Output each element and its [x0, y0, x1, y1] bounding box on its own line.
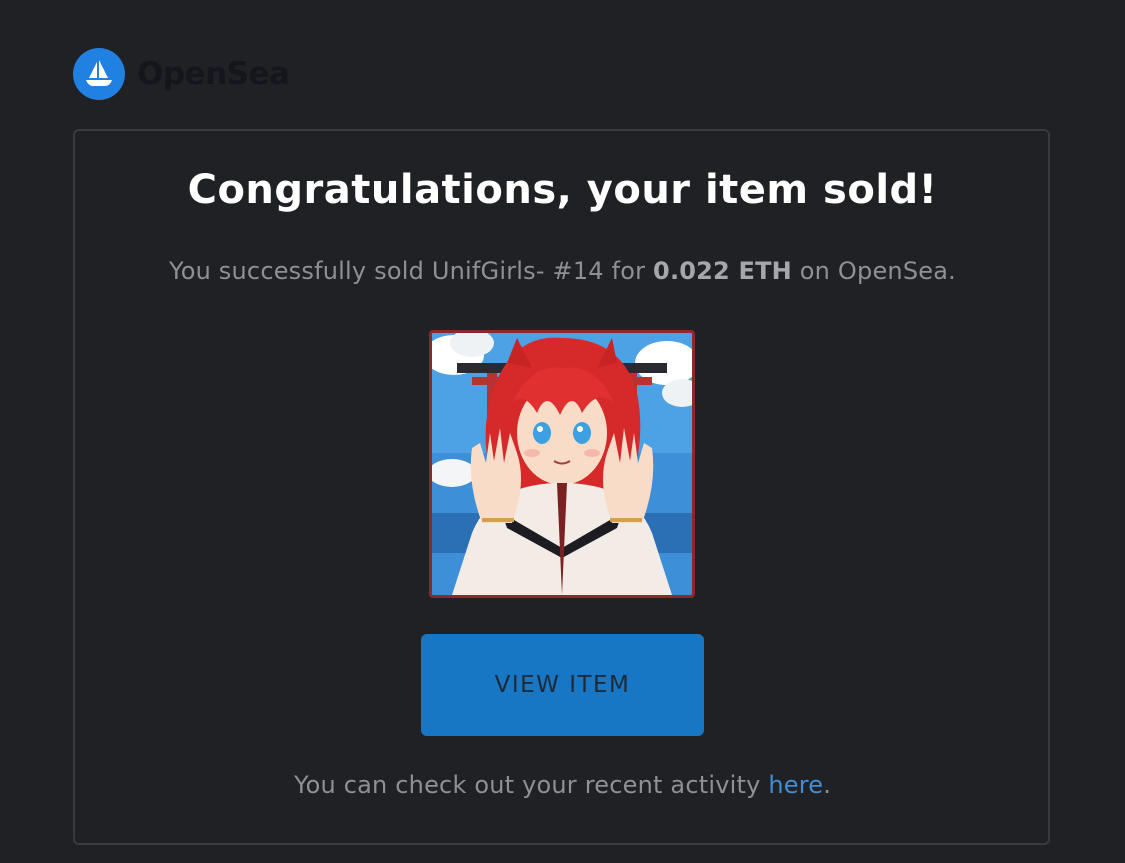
sale-summary: You successfully sold UnifGirls- #14 for…: [0, 257, 1125, 285]
activity-note-prefix: You can check out your recent activity: [293, 771, 769, 799]
anime-girl-illustration: [432, 333, 692, 595]
sale-summary-prefix: You successfully sold UnifGirls- #14 for: [169, 257, 654, 285]
activity-note-suffix: .: [823, 771, 832, 799]
brand-header: OpenSea: [73, 48, 290, 100]
activity-note: You can check out your recent activity h…: [0, 771, 1125, 799]
nft-artwork-image[interactable]: [429, 330, 695, 598]
activity-link[interactable]: here: [768, 771, 823, 799]
opensea-logo: [73, 48, 125, 100]
sailboat-icon: [86, 60, 112, 86]
sale-price: 0.022 ETH: [653, 257, 792, 285]
brand-name: OpenSea: [137, 56, 290, 92]
email-page: OpenSea Congratulations, your item sold!…: [0, 0, 1125, 863]
sale-summary-suffix: on OpenSea.: [791, 257, 956, 285]
view-item-button[interactable]: VIEW ITEM: [421, 634, 704, 736]
page-title: Congratulations, your item sold!: [187, 167, 938, 213]
